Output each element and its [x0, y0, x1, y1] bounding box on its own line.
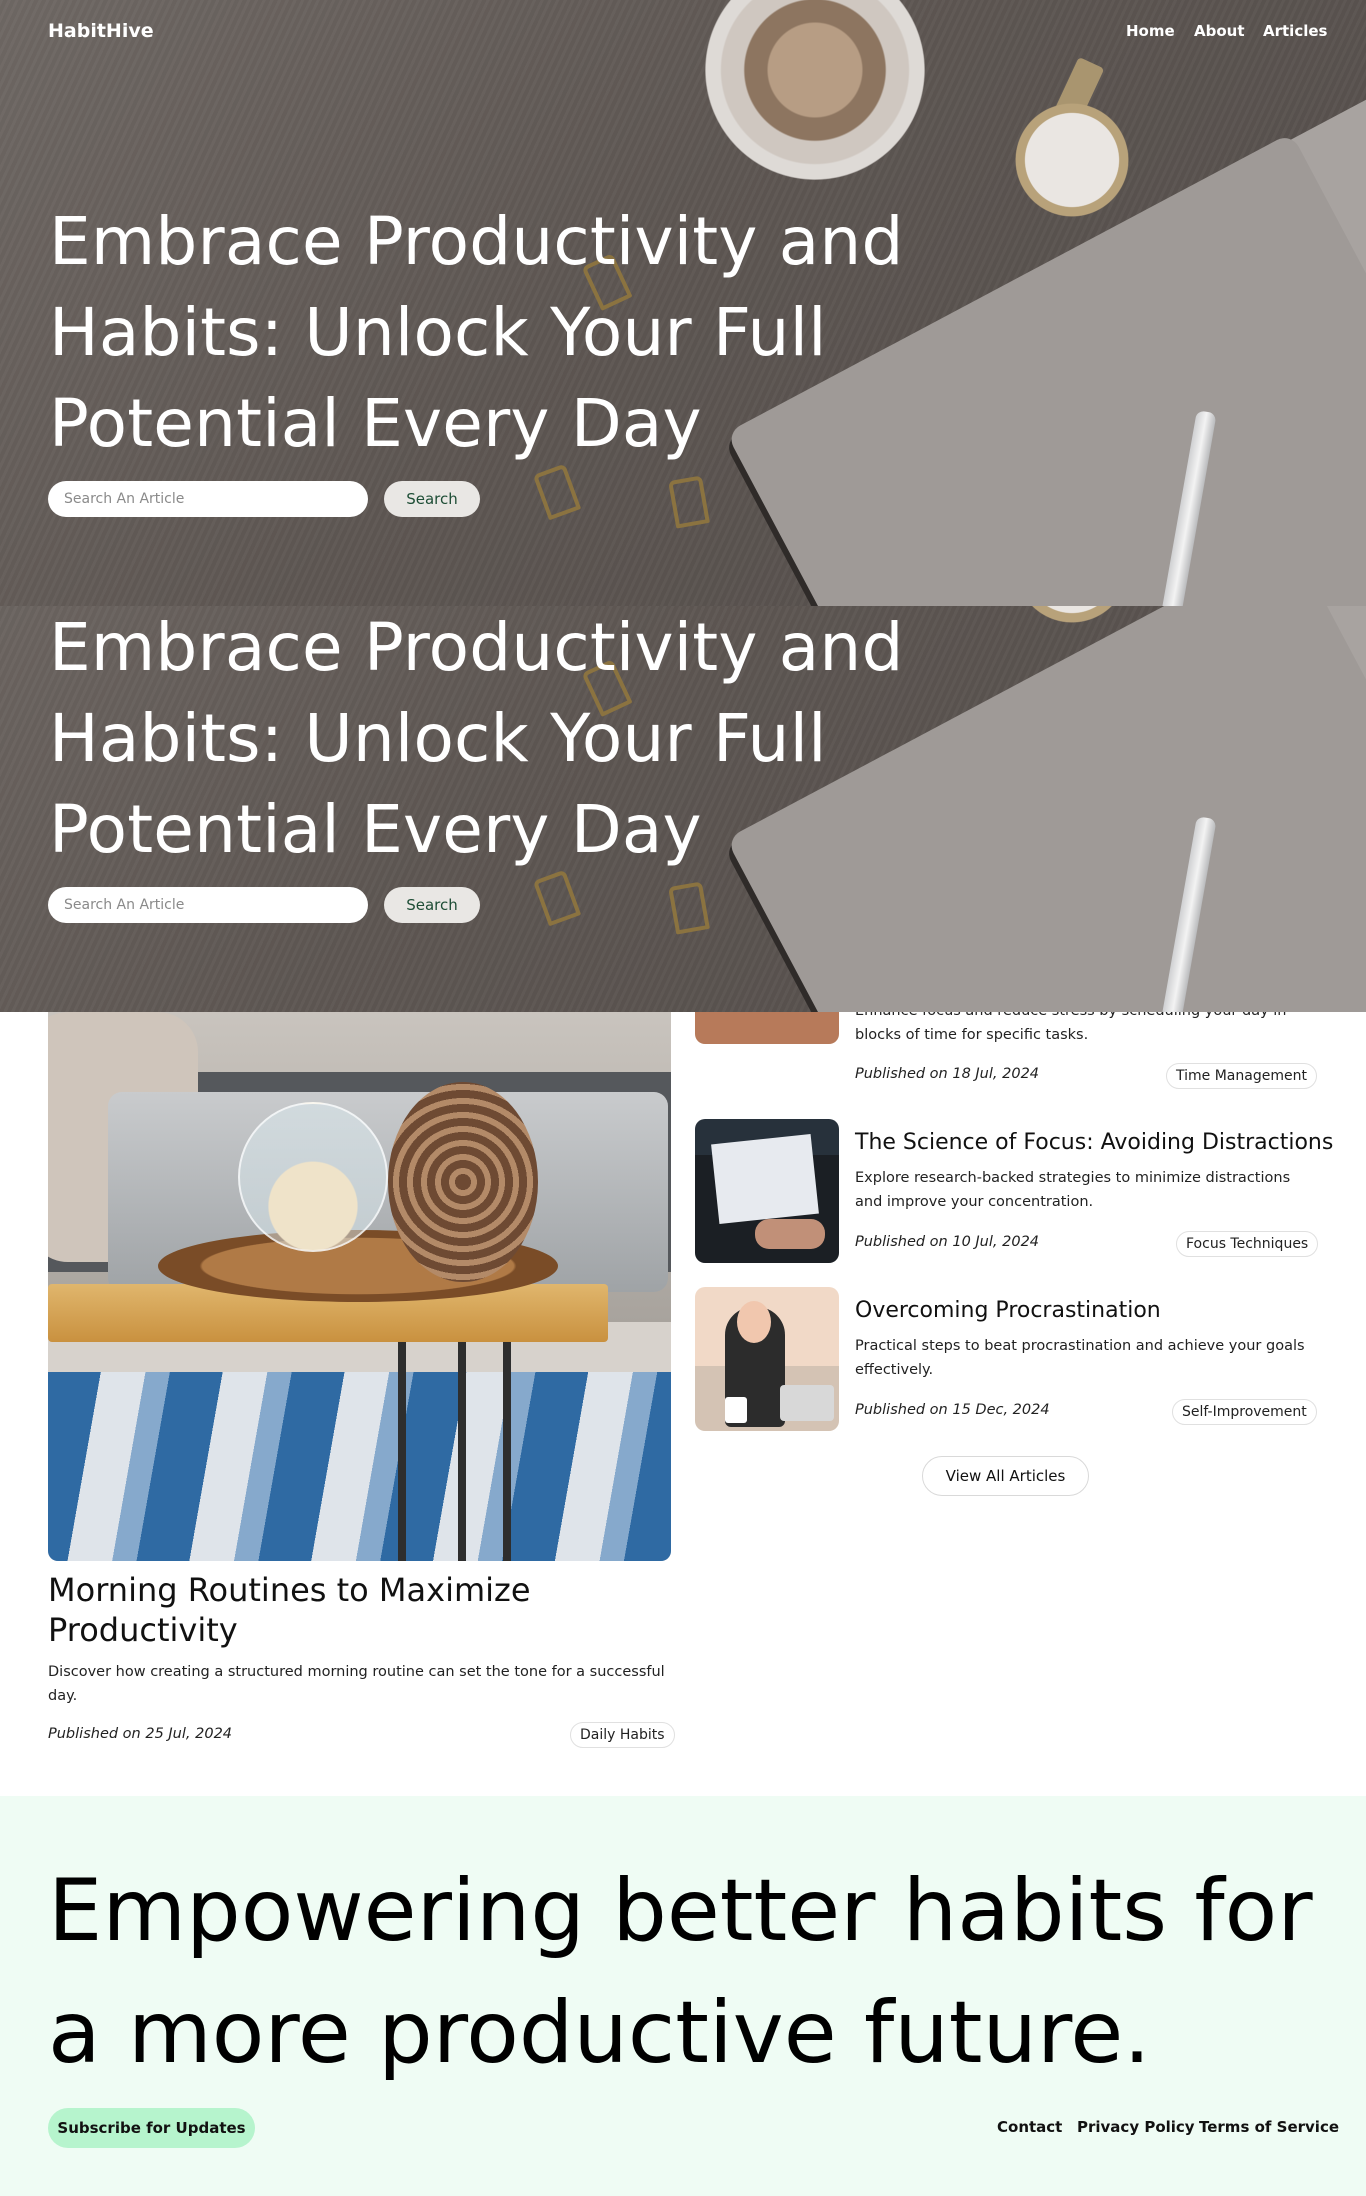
article-thumbnail[interactable]: [695, 1119, 839, 1263]
footer: Empowering better habits for a more prod…: [0, 1796, 1366, 2196]
article-date: Published on 15 Dec, 2024: [855, 1402, 1050, 1418]
article-tag[interactable]: Time Management: [1166, 1063, 1317, 1089]
subscribe-button[interactable]: Subscribe for Updates: [48, 2108, 255, 2148]
featured-article-title[interactable]: Morning Routines to Maximize Productivit…: [48, 1570, 648, 1650]
hero-section: Embrace Productivity and Habits: Unlock …: [0, 0, 1366, 606]
image-terrarium: [238, 1102, 388, 1252]
image-face: [737, 1301, 771, 1343]
image-table-leg: [503, 1342, 511, 1561]
search-button[interactable]: Search: [384, 481, 480, 517]
hero-section: Embrace Productivity and Habits: Unlock …: [0, 606, 1366, 1012]
article-date: Published on 18 Jul, 2024: [855, 1066, 1040, 1082]
footer-contact-link[interactable]: Contact: [997, 2118, 1062, 2136]
featured-article-image[interactable]: [48, 1012, 671, 1561]
image-rug: [48, 1372, 671, 1561]
hero-title: Embrace Productivity and Habits: Unlock …: [49, 203, 904, 462]
article-title[interactable]: The Science of Focus: Avoiding Distracti…: [855, 1130, 1333, 1155]
nav-home-link[interactable]: Home: [1126, 22, 1175, 40]
article-thumbnail[interactable]: [695, 1287, 839, 1431]
image-mug: [725, 1397, 747, 1423]
image-table-leg: [458, 1342, 466, 1561]
image-screen: [711, 1133, 819, 1225]
nav-about-link[interactable]: About: [1194, 22, 1245, 40]
search-input[interactable]: [48, 887, 368, 923]
search-button[interactable]: Search: [384, 887, 480, 923]
article-title[interactable]: Overcoming Procrastination: [855, 1298, 1161, 1323]
article-description: Practical steps to beat procrastination …: [855, 1338, 1305, 1378]
article-description: Explore research-backed strategies to mi…: [855, 1170, 1291, 1210]
article-tag[interactable]: Self-Improvement: [1172, 1399, 1317, 1425]
top-navigation: HabitHive Home About Articles: [0, 0, 1366, 64]
footer-terms-link[interactable]: Terms of Service: [1199, 2118, 1339, 2136]
featured-article-description: Discover how creating a structured morni…: [48, 1664, 665, 1704]
featured-article-tag[interactable]: Daily Habits: [570, 1722, 675, 1748]
article-tag[interactable]: Focus Techniques: [1176, 1231, 1319, 1257]
hero-title: Embrace Productivity and Habits: Unlock …: [49, 609, 904, 868]
nav-articles-link[interactable]: Articles: [1263, 22, 1327, 40]
footer-title: Empowering better habits for a more prod…: [48, 1861, 1313, 2083]
brand-logo[interactable]: HabitHive: [48, 20, 154, 42]
featured-article-date: Published on 25 Jul, 2024: [48, 1726, 233, 1742]
search-input[interactable]: [48, 481, 368, 517]
footer-privacy-link[interactable]: Privacy Policy: [1077, 2118, 1195, 2136]
image-hands: [755, 1219, 825, 1249]
image-pinecone: [388, 1082, 538, 1282]
hero-section-duplicate: Embrace Productivity and Habits: Unlock …: [0, 606, 1366, 1012]
view-all-articles-button[interactable]: View All Articles: [922, 1456, 1089, 1496]
article-date: Published on 10 Jul, 2024: [855, 1234, 1040, 1250]
image-laptop: [780, 1385, 834, 1421]
image-table-leg: [398, 1342, 406, 1561]
